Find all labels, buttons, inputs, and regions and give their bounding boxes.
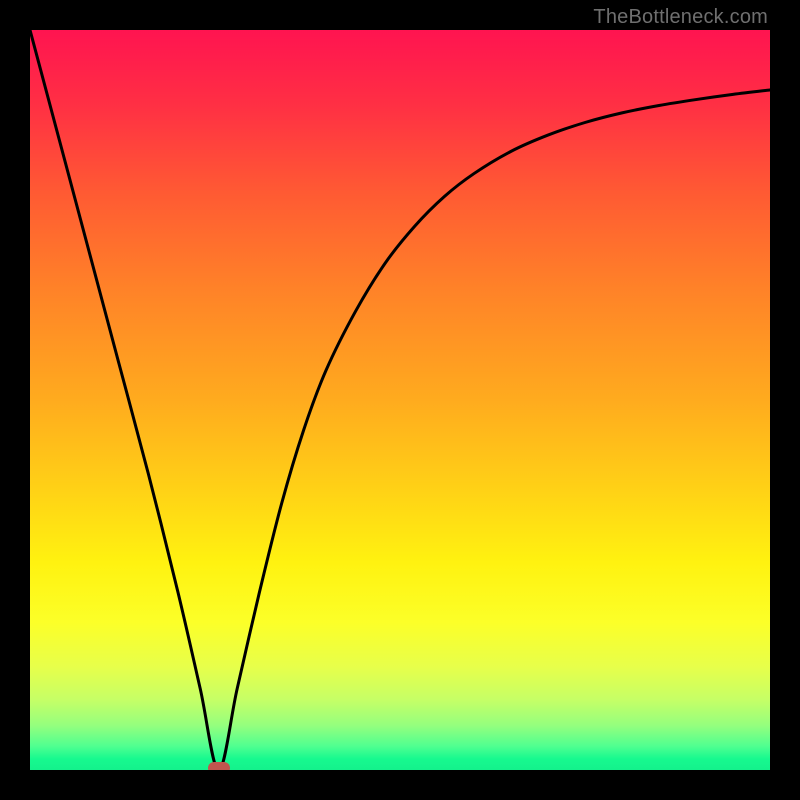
plot-area (30, 30, 770, 770)
bottleneck-curve (30, 30, 770, 770)
chart-frame: TheBottleneck.com (0, 0, 800, 800)
optimum-marker (208, 762, 230, 770)
watermark-text: TheBottleneck.com (593, 6, 768, 29)
